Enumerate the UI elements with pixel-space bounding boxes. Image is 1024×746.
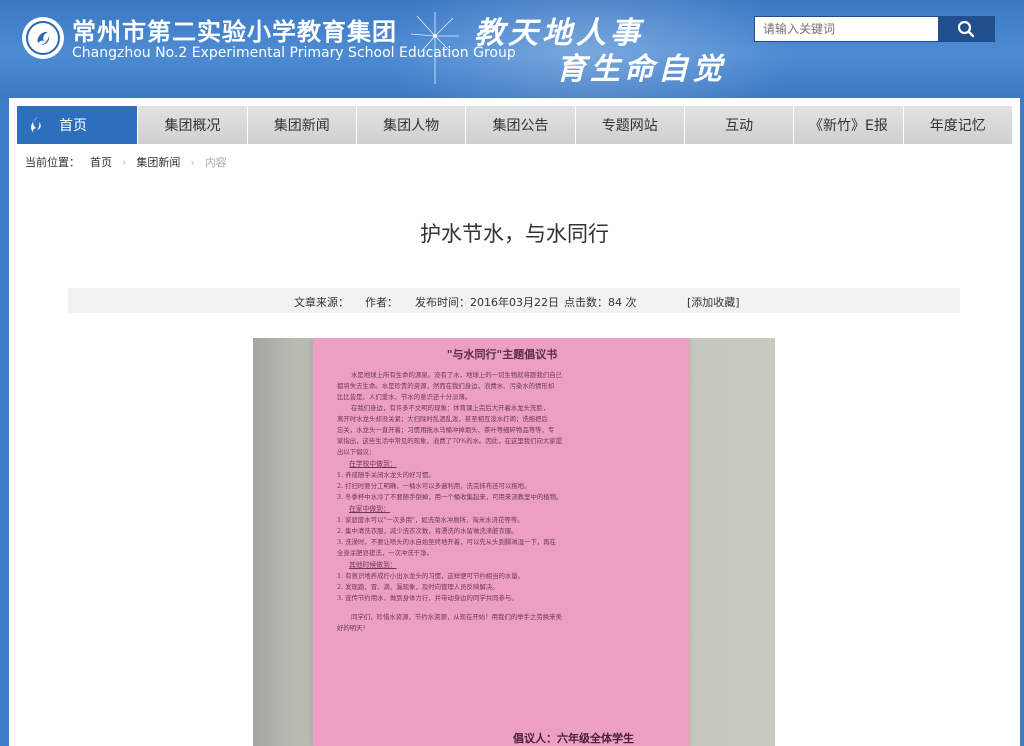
poster-text: 比比皆是。人们爱水、节水的意识还十分淡薄。 <box>337 393 472 401</box>
poster-text: 在我们身边，有许多不文明的现象：体育课上完后大开着水龙头洗脸， <box>351 404 550 412</box>
add-favorite-link[interactable]: [添加收藏] <box>687 294 740 310</box>
poster-list-item: 1. 家庭废水可以"一次多用"，如洗菜水冲厕所，淘米水浇花等等。 <box>337 516 524 524</box>
poster-list-item: 2. 打扫时要分工明确，一桶水可以多遍利用，洗完抹布还可以拖地。 <box>337 482 531 490</box>
school-logo-ring <box>26 21 60 55</box>
nav-item-memory[interactable]: 年度记忆 <box>903 106 1012 144</box>
breadcrumb-home[interactable]: 首页 <box>90 154 112 170</box>
poster-text: 忘关，水龙头一直开着；习惯用拖水马桶冲掉烟头、茶叶等细碎物品等等，专 <box>337 426 555 434</box>
poster-text: 水是地球上所有生命的源泉。没有了水，地球上的一切生物就将跟我们自己 <box>351 371 562 379</box>
search-icon <box>957 20 975 38</box>
meta-source: 文章来源： <box>294 296 349 309</box>
poster-list-item: 3. 洗澡时，不要让喷头的水自始至终地开着，可以先从头到脚淋湿一下，再在 <box>337 538 557 546</box>
poster-text: 出以下倡议： <box>337 448 376 456</box>
poster-list-item: 1. 有意识地养成拧小出水龙头的习惯，这样便可节约相当的水量。 <box>337 572 525 580</box>
nav-item-ebulletin[interactable]: 《新竹》E报 <box>794 106 904 144</box>
poster-title: "与水同行"主题倡议书 <box>446 348 558 361</box>
meta-clicks-value: 84 次 <box>608 296 637 309</box>
article-photo: "与水同行"主题倡议书 水是地球上所有生命的源泉。没有了水，地球上的一切生物就将… <box>253 338 775 746</box>
meta-clicks-label: 点击数： <box>564 296 608 309</box>
poster-signature: 倡议人：六年级全体学生 <box>513 732 634 745</box>
search-box <box>754 16 995 42</box>
chevron-right-icon: › <box>190 155 195 169</box>
chevron-right-icon: › <box>122 155 127 169</box>
school-logo-mark <box>37 31 50 45</box>
nav-item-home[interactable]: 首页 <box>17 106 139 144</box>
school-name-cn: 常州市第二实验小学教育集团 <box>72 18 397 46</box>
nav-label-home: 首页 <box>59 118 87 134</box>
search-input[interactable] <box>755 17 938 41</box>
poster-text: 好的明天！ <box>337 624 369 632</box>
nav-item-notices[interactable]: 集团公告 <box>466 106 576 144</box>
breadcrumb-label: 当前位置： <box>25 156 80 169</box>
poster-text: 同学们，珍惜水资源，节约水资源，从现在开始！用我们的举手之劳换来美 <box>351 613 562 621</box>
nav-item-interact[interactable]: 互动 <box>684 106 795 144</box>
content-page: 首页 集团概况 集团新闻 集团人物 集团公告 专题网站 互动 《新竹》E报 年度… <box>9 98 1020 746</box>
poster-text: 家指出，这些生活中常见的现象，浪费了70%的水。因此，在这里我们向大家提 <box>337 437 563 445</box>
poster-text: 离开时水龙头却没关紧；大扫除时乱洒乱泼，甚至相互泼水打闹；洗拖把后 <box>337 415 548 423</box>
article-meta: 文章来源： 作者： 发布时间：2016年03月22日 点击数： 84 次 [添加… <box>68 288 960 313</box>
meta-author: 作者： <box>365 296 398 309</box>
proposal-poster: "与水同行"主题倡议书 水是地球上所有生命的源泉。没有了水，地球上的一切生物就将… <box>313 338 689 746</box>
school-logo-icon[interactable] <box>22 17 64 59</box>
poster-list-item: 全身涂肥皂搓洗，一次冲洗干净。 <box>337 549 433 557</box>
poster-text: 都将失去生命。水是珍贵的资源，然而在我们身边，浪费水、污染水的情形却 <box>337 382 555 390</box>
poster-list-item: 3. 冬季杯中水冷了不要随手倒掉，用一个桶收集起来，可用来浇教室中的植物。 <box>337 493 563 501</box>
home-icon <box>31 117 41 133</box>
search-button[interactable] <box>938 17 994 41</box>
meta-date: 发布时间：2016年03月22日 <box>415 296 559 309</box>
nav-item-news[interactable]: 集团新闻 <box>247 106 357 144</box>
poster-list-item: 2. 发现跑、冒、滴、漏现象，及时向管理人员反映解决。 <box>337 583 499 591</box>
poster-subheading: 在家中做到： <box>349 505 390 513</box>
poster-list-item: 1. 养成随手关闭水龙头的好习惯。 <box>337 471 435 479</box>
breadcrumb-current: 内容 <box>204 156 227 169</box>
nav-item-overview[interactable]: 集团概况 <box>138 106 248 144</box>
poster-subheading: 在学校中做到： <box>349 460 397 468</box>
nav-item-people[interactable]: 集团人物 <box>356 106 467 144</box>
slogan-line-2: 育生命自觉 <box>556 52 726 87</box>
poster-list-item: 2. 集中清洗衣服，减少洗衣次数，将漂洗的水留做洗涤脏衣服。 <box>337 527 518 535</box>
dandelion-icon <box>410 12 459 84</box>
poster-list-item: 3. 宣传节约用水，做到身体力行，并带动身边的同学共同参与。 <box>337 594 518 602</box>
poster-subheading: 其他时候做到： <box>349 561 397 569</box>
article-title: 护水节水，与水同行 <box>420 222 609 246</box>
nav-item-topics[interactable]: 专题网站 <box>575 106 685 144</box>
breadcrumb: 当前位置： 首页 › 集团新闻 › 内容 <box>25 154 227 170</box>
main-nav: 首页 集团概况 集团新闻 集团人物 集团公告 专题网站 互动 《新竹》E报 年度… <box>17 106 1012 144</box>
breadcrumb-news[interactable]: 集团新闻 <box>136 154 180 170</box>
site-header: 常州市第二实验小学教育集团 Changzhou No.2 Experimenta… <box>0 0 1024 98</box>
